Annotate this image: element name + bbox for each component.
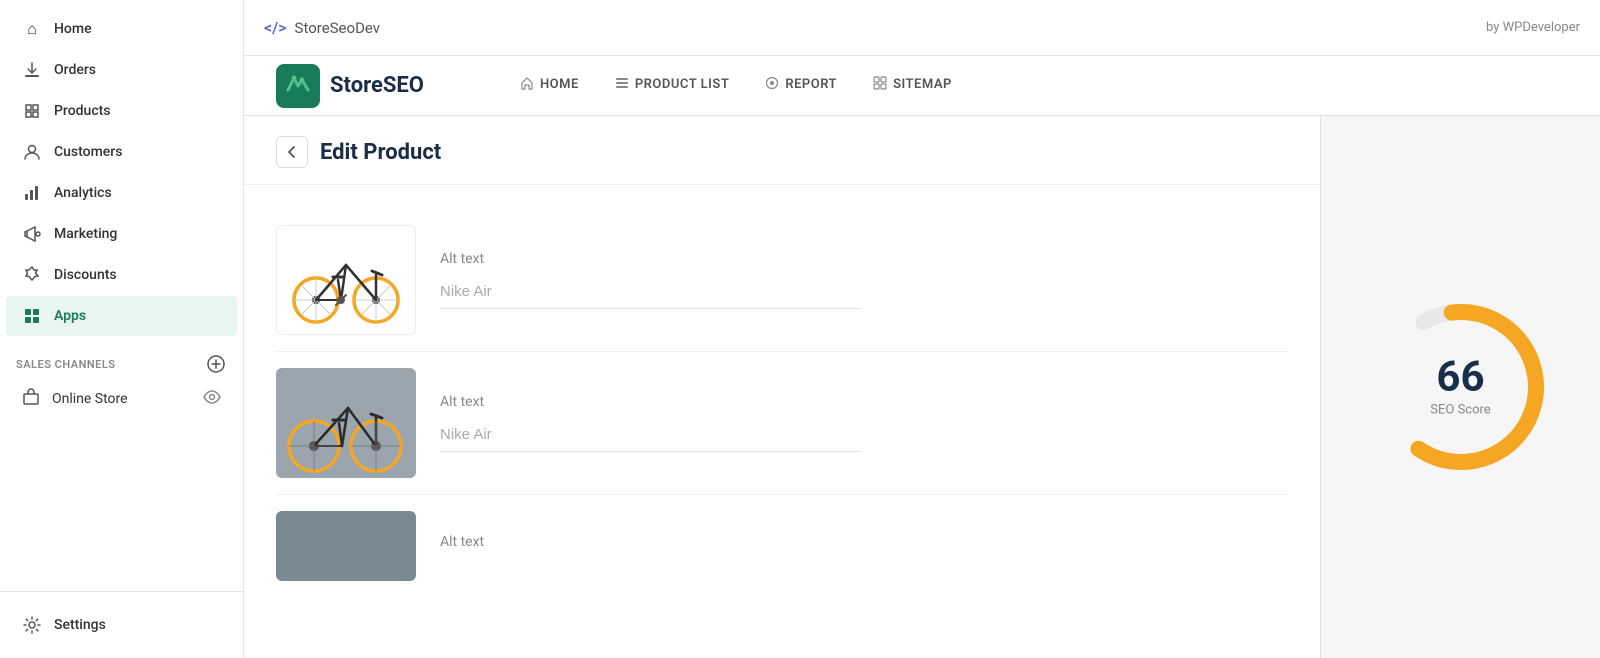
alt-label: Alt text [440, 394, 1288, 410]
product-image-3 [276, 511, 416, 581]
topbar-left: </> StoreSeoDev [264, 18, 380, 37]
customers-icon [22, 142, 42, 162]
alt-text-col-1: Alt text [440, 251, 1288, 309]
seo-score-value: 66 [1430, 357, 1490, 399]
edit-header: Edit Product [244, 116, 1320, 185]
main-content: </> StoreSeoDev by WPDeveloper StoreSEO [244, 0, 1600, 658]
sidebar-item-products[interactable]: Products [6, 91, 237, 131]
orders-icon [22, 60, 42, 80]
nav-link-home[interactable]: HOME [504, 68, 595, 104]
edit-main: Edit Product [244, 116, 1320, 658]
channels-section-header: SALES CHANNELS [16, 358, 116, 371]
seo-score-chart: 66 SEO Score [1361, 287, 1561, 487]
analytics-icon [22, 183, 42, 203]
plugin-logo-text: StoreSEO [330, 73, 424, 98]
alt-label: Alt text [440, 534, 1288, 550]
eye-icon[interactable] [203, 388, 221, 410]
alt-text-col-3: Alt text [440, 534, 1288, 558]
nav-link-report[interactable]: REPORT [749, 68, 853, 104]
product-image-2 [276, 368, 416, 478]
online-store-label: Online Store [52, 391, 128, 407]
topbar: </> StoreSeoDev by WPDeveloper [244, 0, 1600, 56]
store-name: StoreSeoDev [295, 19, 381, 37]
sidebar-item-marketing[interactable]: Marketing [6, 214, 237, 254]
products-icon [22, 101, 42, 121]
sidebar-item-home[interactable]: Home [6, 9, 237, 49]
images-section: Alt text [244, 185, 1320, 605]
sidebar-item-label: Home [54, 21, 92, 37]
sidebar-footer: Settings [0, 591, 243, 658]
sidebar-item-label: Analytics [54, 185, 112, 201]
sidebar-item-label: Settings [54, 617, 106, 633]
nav-link-sitemap[interactable]: SITEMAP [857, 68, 968, 104]
seo-panel: 66 SEO Score [1320, 116, 1600, 658]
settings-icon [22, 615, 42, 635]
add-channel-button[interactable] [205, 353, 227, 375]
apps-icon [22, 306, 42, 326]
alt-input-2[interactable] [440, 418, 860, 452]
seo-score-center: 66 SEO Score [1430, 357, 1490, 418]
sidebar-item-label: Orders [54, 62, 96, 78]
image-row: Alt text [276, 352, 1288, 495]
seo-score-label: SEO Score [1430, 403, 1490, 418]
home-icon [22, 19, 42, 39]
plugin-nav-links: HOME PRODUCT LIST REPORT [504, 68, 968, 104]
sidebar-item-label: Products [54, 103, 111, 119]
image-row: Alt text [276, 495, 1288, 581]
edit-area: Edit Product [244, 116, 1600, 658]
alt-input-1[interactable] [440, 275, 860, 309]
nav-report-icon [765, 76, 779, 94]
sidebar-item-discounts[interactable]: Discounts [6, 255, 237, 295]
back-button[interactable] [276, 136, 308, 168]
image-row: Alt text [276, 209, 1288, 352]
marketing-icon [22, 224, 42, 244]
nav-link-label: PRODUCT LIST [635, 77, 729, 92]
sidebar-item-label: Marketing [54, 226, 117, 242]
plugin-logo-icon [276, 64, 320, 108]
sidebar: Home Orders Products [0, 0, 244, 658]
code-symbol: </> [264, 18, 287, 37]
nav-home-icon [520, 76, 534, 94]
store-icon [22, 388, 40, 410]
online-store-item[interactable]: Online Store [6, 380, 237, 418]
sidebar-item-settings[interactable]: Settings [6, 605, 237, 645]
sidebar-item-apps[interactable]: Apps [6, 296, 237, 336]
nav-sitemap-icon [873, 76, 887, 94]
topbar-right: by WPDeveloper [1486, 20, 1580, 35]
product-image-1 [276, 225, 416, 335]
discounts-icon [22, 265, 42, 285]
nav-link-product-list[interactable]: PRODUCT LIST [599, 68, 745, 104]
plugin-nav: StoreSEO HOME PRODUCT LIST [244, 56, 1600, 116]
nav-list-icon [615, 76, 629, 94]
by-developer: by WPDeveloper [1486, 20, 1580, 35]
page-title: Edit Product [320, 140, 441, 165]
sidebar-item-analytics[interactable]: Analytics [6, 173, 237, 213]
sidebar-item-orders[interactable]: Orders [6, 50, 237, 90]
sidebar-item-label: Apps [54, 308, 86, 324]
nav-link-label: REPORT [785, 77, 837, 92]
sidebar-nav: Home Orders Products [0, 0, 243, 591]
nav-link-label: HOME [540, 77, 579, 92]
sidebar-item-label: Discounts [54, 267, 117, 283]
sidebar-item-label: Customers [54, 144, 122, 160]
nav-link-label: SITEMAP [893, 77, 952, 92]
plugin-area: StoreSEO HOME PRODUCT LIST [244, 56, 1600, 658]
alt-text-col-2: Alt text [440, 394, 1288, 452]
plugin-logo: StoreSEO [276, 64, 424, 108]
sidebar-item-customers[interactable]: Customers [6, 132, 237, 172]
alt-label: Alt text [440, 251, 1288, 267]
